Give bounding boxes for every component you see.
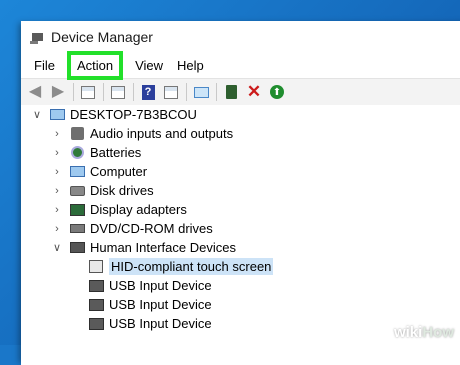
console-tree-icon	[81, 85, 95, 99]
tree-item-usb-input-device[interactable]: USB Input Device	[21, 276, 460, 295]
chevron-down-icon[interactable]: ∨	[31, 108, 43, 121]
tree-item-label: Human Interface Devices	[90, 240, 236, 255]
properties-icon	[111, 85, 125, 99]
forward-button[interactable]: ▶	[49, 83, 67, 101]
show-hide-console-tree-button[interactable]	[79, 83, 97, 101]
tree-item-label: Display adapters	[90, 202, 187, 217]
touch-screen-icon	[88, 260, 104, 274]
menu-action[interactable]: Action	[66, 50, 124, 80]
title-bar[interactable]: Device Manager	[21, 21, 460, 52]
toolbar-separator	[216, 83, 217, 101]
scan-hardware-button[interactable]	[192, 83, 210, 101]
back-arrow-icon: ◀	[28, 83, 42, 100]
tree-item-label: DVD/CD-ROM drives	[90, 221, 213, 236]
disk-drive-icon	[69, 184, 85, 198]
help-button[interactable]: ?	[139, 83, 157, 101]
dvd-drive-icon	[69, 222, 85, 236]
action-pane-button[interactable]	[162, 83, 180, 101]
watermark-how: How	[422, 324, 454, 341]
tree-item-computer[interactable]: › Computer	[21, 162, 460, 181]
chevron-right-icon[interactable]: ›	[51, 204, 63, 216]
menu-view[interactable]: View	[128, 55, 170, 76]
chevron-right-icon[interactable]: ›	[51, 147, 63, 159]
computer-icon	[69, 165, 85, 179]
remove-icon: ✕	[246, 82, 262, 101]
computer-icon	[49, 108, 65, 122]
enable-device-button[interactable]: ⬆	[268, 83, 286, 101]
usb-device-icon	[88, 298, 104, 312]
battery-icon	[69, 146, 85, 160]
chevron-right-icon[interactable]: ›	[51, 166, 63, 178]
tree-root-label: DESKTOP-7B3BCOU	[70, 107, 197, 122]
device-manager-window: Device Manager File Action View Help ◀ ▶…	[21, 21, 460, 365]
menu-bar: File Action View Help	[21, 50, 460, 80]
toolbar-separator	[133, 83, 134, 101]
tree-item-display-adapters[interactable]: › Display adapters	[21, 200, 460, 219]
tree-item-dvd-drives[interactable]: › DVD/CD-ROM drives	[21, 219, 460, 238]
enable-device-icon: ⬆	[270, 85, 284, 99]
tree-item-audio[interactable]: › Audio inputs and outputs	[21, 124, 460, 143]
help-icon: ?	[141, 84, 155, 100]
toolbar-separator	[73, 83, 74, 101]
chevron-right-icon[interactable]: ›	[51, 128, 63, 140]
wikihow-watermark: wikiHow	[394, 324, 454, 341]
update-driver-icon	[225, 85, 237, 99]
toolbar: ◀ ▶ ? ✕ ⬆	[21, 78, 460, 106]
menu-file[interactable]: File	[27, 55, 62, 76]
usb-device-icon	[88, 279, 104, 293]
forward-arrow-icon: ▶	[51, 83, 65, 100]
tree-item-disk-drives[interactable]: › Disk drives	[21, 181, 460, 200]
tree-item-label: Computer	[90, 164, 148, 179]
chevron-right-icon[interactable]: ›	[51, 223, 63, 235]
tree-item-label: USB Input Device	[109, 278, 212, 293]
tree-item-label: USB Input Device	[109, 316, 212, 331]
toolbar-separator	[103, 83, 104, 101]
display-adapter-icon	[69, 203, 85, 217]
device-manager-icon	[30, 30, 44, 44]
menu-help[interactable]: Help	[170, 55, 211, 76]
toolbar-separator	[186, 83, 187, 101]
chevron-right-icon[interactable]: ›	[51, 185, 63, 197]
tree-item-label: Disk drives	[90, 183, 154, 198]
usb-device-icon	[88, 317, 104, 331]
tree-item-label: USB Input Device	[109, 297, 212, 312]
properties-button[interactable]	[109, 83, 127, 101]
watermark-wiki: wiki	[393, 324, 423, 341]
tree-item-batteries[interactable]: › Batteries	[21, 143, 460, 162]
tree-root[interactable]: ∨ DESKTOP-7B3BCOU	[21, 105, 460, 124]
uninstall-device-button[interactable]: ✕	[245, 83, 263, 101]
tree-item-usb-input-device[interactable]: USB Input Device	[21, 295, 460, 314]
window-title: Device Manager	[51, 28, 153, 45]
action-pane-icon	[164, 85, 178, 99]
tree-item-label: HID-compliant touch screen	[109, 258, 274, 275]
tree-item-hid[interactable]: ∨ Human Interface Devices	[21, 238, 460, 257]
tree-item-label: Batteries	[90, 145, 142, 160]
tree-item-label: Audio inputs and outputs	[90, 126, 234, 141]
update-driver-button[interactable]	[222, 83, 240, 101]
speaker-icon	[69, 127, 85, 141]
monitor-icon	[193, 86, 209, 98]
hid-icon	[69, 241, 85, 255]
back-button[interactable]: ◀	[26, 83, 44, 101]
tree-item-touch-screen[interactable]: HID-compliant touch screen	[21, 257, 460, 276]
chevron-down-icon[interactable]: ∨	[51, 241, 63, 254]
